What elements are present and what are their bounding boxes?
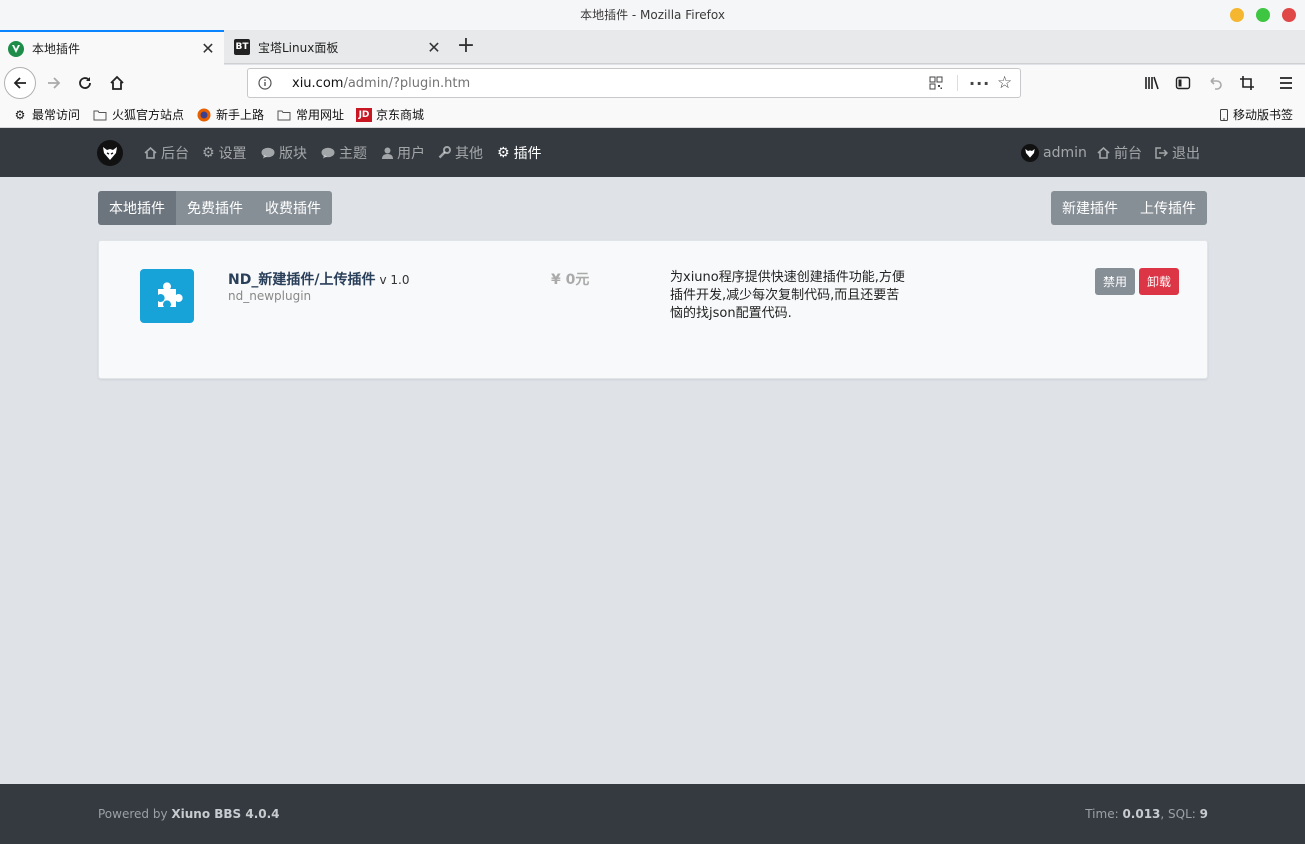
url-text[interactable]: xiu.com/admin/?plugin.htm: [292, 76, 470, 91]
cogs-icon: ⚙: [497, 144, 510, 161]
plugin-name[interactable]: ND_新建插件/上传插件: [228, 272, 375, 288]
qr-code-icon[interactable]: [929, 69, 943, 97]
sidebar-button[interactable]: [1168, 68, 1198, 98]
home-icon: [1097, 146, 1110, 159]
bt-favicon-icon: BT: [234, 39, 250, 55]
window-title: 本地插件 - Mozilla Firefox: [580, 8, 725, 22]
home-icon: [110, 75, 124, 90]
plugin-version: v 1.0: [379, 273, 410, 287]
minimize-button[interactable]: [1230, 8, 1244, 22]
site-favicon-icon: [8, 40, 24, 57]
site-navbar: 后台 ⚙ 设置 版块 主题 用户 其他 ⚙ 插件 admin 前台 退出: [0, 128, 1305, 177]
new-plugin-button[interactable]: 新建插件: [1051, 191, 1129, 225]
tab-bt-panel[interactable]: BT 宝塔Linux面板 ✕: [226, 30, 450, 64]
logo-icon: [103, 147, 117, 160]
nav-plugins[interactable]: ⚙ 插件: [497, 128, 542, 177]
crop-icon: [1240, 76, 1254, 90]
menu-button[interactable]: [1271, 68, 1301, 98]
undo-close-button[interactable]: [1200, 68, 1230, 98]
window-titlebar: 本地插件 - Mozilla Firefox: [0, 0, 1305, 30]
forward-button[interactable]: [39, 68, 69, 98]
nav-user-admin[interactable]: admin: [1021, 128, 1087, 177]
nav-front[interactable]: 前台: [1097, 128, 1142, 177]
maximize-button[interactable]: [1256, 8, 1270, 22]
plugin-card: ND_新建插件/上传插件 v 1.0 nd_newplugin ¥ 0元 为xiu…: [98, 240, 1208, 379]
tab-local-plugins[interactable]: 本地插件 ✕: [0, 30, 224, 65]
bookmark-getting-started[interactable]: 新手上路: [196, 106, 264, 123]
library-icon: [1145, 76, 1159, 90]
folder-icon: [276, 108, 292, 122]
plugin-title[interactable]: ND_新建插件/上传插件 v 1.0: [228, 269, 409, 289]
back-button[interactable]: [4, 67, 36, 99]
uninstall-button[interactable]: 卸载: [1139, 268, 1180, 295]
filter-paid-plugins[interactable]: 收费插件: [254, 191, 332, 225]
page-stats: Time: 0.013, SQL: 9: [1085, 807, 1208, 821]
tab-label: 宝塔Linux面板: [258, 40, 339, 55]
close-tab-icon[interactable]: ✕: [426, 38, 442, 57]
reload-icon: [79, 77, 91, 89]
sidebar-icon: [1175, 76, 1191, 90]
home-button[interactable]: [102, 68, 132, 98]
info-icon[interactable]: [258, 76, 272, 90]
plugin-dir: nd_newplugin: [228, 289, 312, 303]
screenshot-button[interactable]: [1232, 68, 1262, 98]
bookmark-mobile[interactable]: 移动版书签: [1219, 106, 1293, 123]
tab-bar: 本地插件 ✕ BT 宝塔Linux面板 ✕ +: [0, 30, 1305, 65]
wrench-icon: [438, 146, 451, 159]
nav-forums[interactable]: 版块: [261, 128, 307, 177]
home-icon: [144, 146, 157, 159]
upload-plugin-button[interactable]: 上传插件: [1129, 191, 1207, 225]
site-logo[interactable]: [97, 140, 123, 166]
url-divider: [957, 75, 958, 91]
hamburger-icon: [1280, 77, 1292, 89]
puzzle-piece-icon: [140, 269, 194, 323]
new-tab-button[interactable]: +: [453, 34, 479, 60]
library-button[interactable]: [1137, 68, 1167, 98]
bookmark-most-visited[interactable]: ⚙ 最常访问: [12, 106, 80, 123]
disable-button[interactable]: 禁用: [1095, 268, 1136, 295]
nav-admin[interactable]: 后台: [144, 128, 189, 177]
filter-local-plugins[interactable]: 本地插件: [98, 191, 176, 225]
user-icon: [382, 147, 393, 159]
firefox-logo-icon: [196, 108, 212, 122]
reload-button[interactable]: [70, 68, 100, 98]
page-actions-icon[interactable]: ···: [969, 69, 990, 97]
nav-logout[interactable]: 退出: [1155, 128, 1200, 177]
nav-users[interactable]: 用户: [382, 128, 425, 177]
powered-by-link[interactable]: Xiuno BBS 4.0.4: [171, 807, 279, 821]
bookmark-star-icon[interactable]: ☆: [997, 69, 1012, 97]
arrow-left-icon: [13, 77, 26, 89]
folder-icon: [92, 108, 108, 122]
tab-label: 本地插件: [32, 42, 81, 56]
bookmark-jd[interactable]: JD 京东商城: [356, 106, 424, 123]
comment-icon: [321, 147, 335, 159]
site-footer: Powered by Xiuno BBS 4.0.4 Time: 0.013, …: [0, 784, 1305, 844]
plugin-actions-group: 新建插件 上传插件: [1051, 191, 1207, 225]
phone-icon: [1219, 108, 1229, 122]
sign-out-icon: [1155, 146, 1168, 159]
plugin-description: 为xiuno程序提供快速创建插件功能,方便插件开发,减少每次复制代码,而且还要苦…: [670, 270, 905, 321]
url-bar[interactable]: xiu.com/admin/?plugin.htm ··· ☆: [247, 68, 1021, 98]
comment-icon: [261, 147, 275, 159]
arrow-right-icon: [48, 77, 61, 89]
powered-by: Powered by Xiuno BBS 4.0.4: [98, 807, 280, 821]
navigation-toolbar: xiu.com/admin/?plugin.htm ··· ☆: [0, 65, 1305, 101]
plugin-price: ¥ 0元: [551, 272, 590, 288]
bookmark-firefox-site[interactable]: 火狐官方站点: [92, 106, 184, 123]
close-window-button[interactable]: [1282, 8, 1296, 22]
nav-threads[interactable]: 主题: [321, 128, 367, 177]
nav-other[interactable]: 其他: [438, 128, 483, 177]
gear-icon: ⚙: [14, 107, 26, 122]
undo-icon: [1210, 77, 1222, 90]
avatar: [1021, 143, 1039, 162]
plugin-filter-group: 本地插件 免费插件 收费插件: [98, 191, 332, 225]
close-tab-icon[interactable]: ✕: [200, 39, 216, 58]
nav-settings[interactable]: ⚙ 设置: [202, 128, 247, 177]
jd-logo-icon: JD: [356, 107, 372, 122]
bookmark-common-sites[interactable]: 常用网址: [276, 106, 344, 123]
gear-icon: ⚙: [202, 144, 215, 161]
bookmarks-toolbar: ⚙ 最常访问 火狐官方站点 新手上路 常用网址 JD 京东商城 移动版书签: [0, 101, 1305, 128]
filter-free-plugins[interactable]: 免费插件: [176, 191, 254, 225]
